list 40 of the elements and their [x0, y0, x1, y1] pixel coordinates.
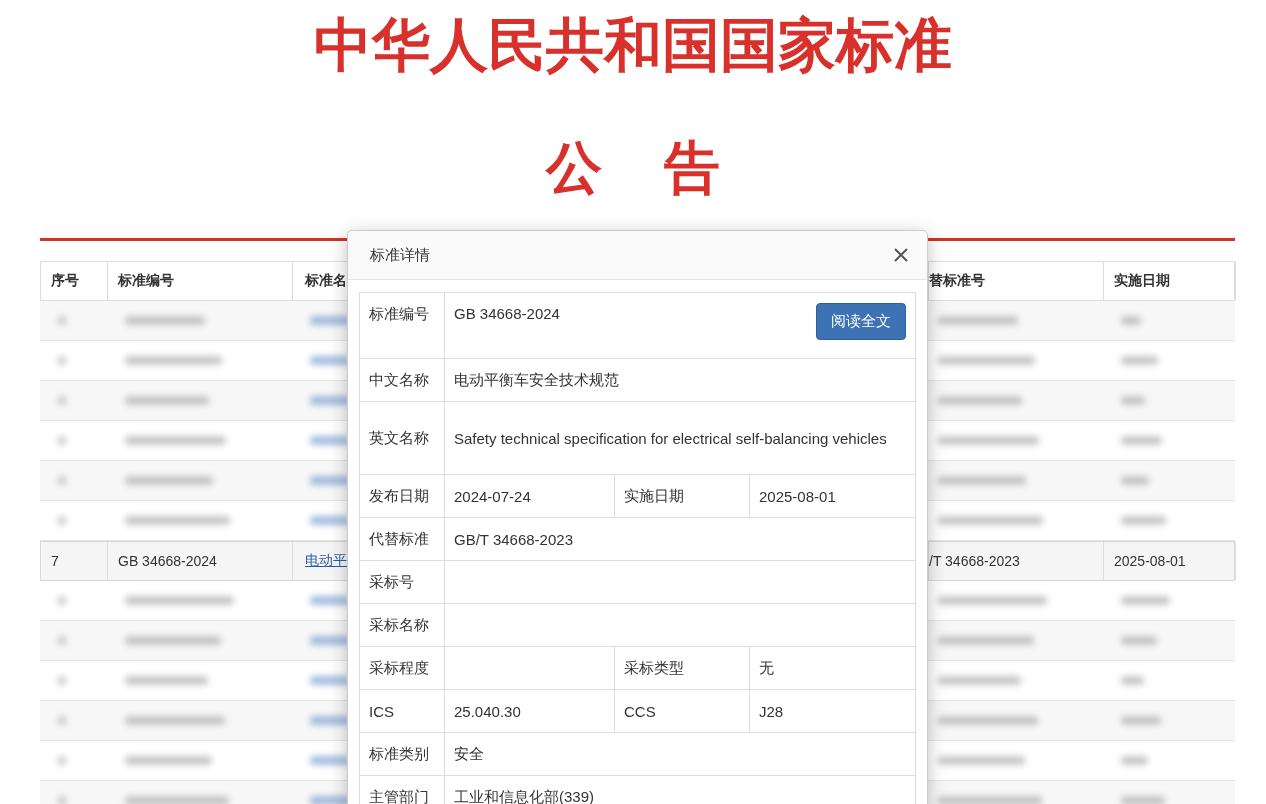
field-value: 2024-07-24 — [454, 487, 531, 505]
field-value: GB/T 34668-2023 — [454, 530, 573, 548]
field-value: Safety technical specification for electrical self-balancing vehicles — [454, 428, 888, 448]
close-icon[interactable] — [893, 247, 909, 263]
column-header: 序号 — [51, 272, 79, 290]
field-label: 采标名称 — [369, 615, 429, 633]
dialog-title: 标准详情 — [370, 245, 430, 265]
field-label: 标准类别 — [369, 744, 429, 762]
field-label: 主管部门 — [369, 787, 429, 804]
standard-link[interactable]: 电动平 — [305, 552, 347, 570]
column-header: 替标准号 — [929, 272, 985, 290]
page-title: 中华人民共和国国家标准 — [314, 14, 952, 76]
field-value: 安全 — [454, 744, 484, 762]
table-cell: /T 34668-2023 — [929, 553, 1020, 569]
field-value: 2025-08-01 — [759, 487, 836, 505]
field-label: 实施日期 — [624, 486, 684, 504]
field-label: CCS — [624, 702, 656, 720]
table-cell: 7 — [51, 553, 59, 569]
read-full-text-button[interactable]: 阅读全文 — [816, 303, 906, 340]
field-label: 采标号 — [369, 572, 414, 590]
field-value: 25.040.30 — [454, 702, 521, 720]
field-label: 采标程度 — [369, 658, 429, 676]
field-value: 无 — [759, 658, 774, 676]
table-cell: 2025-08-01 — [1114, 553, 1186, 569]
field-label: 代替标准 — [369, 529, 429, 547]
field-value: 工业和信息化部(339) — [454, 787, 595, 804]
field-label: 采标类型 — [624, 658, 684, 676]
field-label: 发布日期 — [369, 486, 429, 504]
column-header: 实施日期 — [1114, 272, 1170, 290]
field-value: GB 34668-2024 — [454, 305, 560, 322]
column-header: 标准名 — [305, 272, 347, 290]
field-value: J28 — [759, 702, 784, 720]
field-label: 英文名称 — [369, 428, 429, 446]
notice-heading: 公告 — [546, 138, 782, 198]
column-header: 标准编号 — [118, 272, 174, 290]
table-cell: GB 34668-2024 — [118, 553, 217, 569]
field-label: 标准编号 — [369, 305, 429, 322]
field-value: 电动平衡车安全技术规范 — [454, 370, 619, 388]
field-label: 中文名称 — [369, 370, 429, 388]
field-label: ICS — [369, 702, 394, 720]
